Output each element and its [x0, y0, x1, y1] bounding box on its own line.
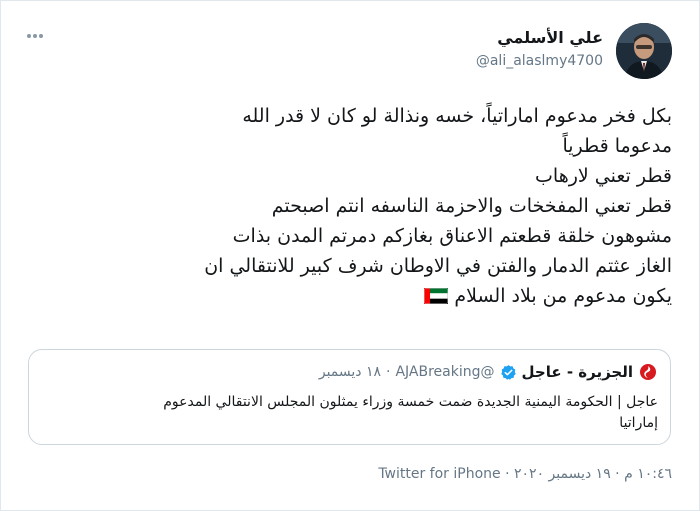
tweet-source-link[interactable]: Twitter for iPhone — [378, 466, 500, 482]
quoted-author-handle[interactable]: @AJABreaking — [395, 364, 494, 380]
tweet-text: بكل فخر مدعوم اماراتياً، خسه ونذالة لو ك… — [32, 101, 672, 311]
quoted-author-name[interactable]: الجزيرة - عاجل — [522, 363, 633, 381]
author-display-name[interactable]: علي الأسلمي — [497, 28, 603, 47]
tweet-line-last: يكون مدعوم من بلاد السلام — [32, 281, 672, 311]
footer-separator: · — [615, 466, 620, 482]
tweet-card: علي الأسلمي @ali_alaslmy4700 بكل فخر مدع… — [0, 0, 700, 511]
aljazeera-logo-icon — [638, 362, 658, 382]
tweet-footer: ١٠:٤٦ م · ١٩ ديسمبر ٢٠٢٠ · Twitter for i… — [378, 466, 672, 482]
tweet-line: بكل فخر مدعوم اماراتياً، خسه ونذالة لو ك… — [242, 105, 672, 127]
quoted-date[interactable]: ١٨ ديسمبر — [319, 364, 381, 380]
tweet-line: قطر تعني المفخخات والاحزمة الناسفه انتم … — [271, 195, 672, 217]
quoted-tweet[interactable]: الجزيرة - عاجل @AJABreaking · ١٨ ديسمبر … — [28, 349, 671, 445]
uae-flag-icon — [424, 288, 449, 304]
footer-separator: · — [505, 466, 510, 482]
quoted-tweet-header: الجزيرة - عاجل @AJABreaking · ١٨ ديسمبر — [319, 362, 658, 382]
author-username[interactable]: @ali_alaslmy4700 — [476, 53, 603, 69]
tweet-line: الغاز عثتم الدمار والفتن في الاوطان شرف … — [204, 255, 672, 277]
tweet-line: مشوهون خلقة قطعتم الاعناق بغازكم دمرتم ا… — [232, 225, 672, 247]
author-avatar[interactable] — [616, 23, 672, 79]
tweet-date[interactable]: ١٩ ديسمبر ٢٠٢٠ — [514, 466, 611, 482]
quoted-line: عاجل | الحكومة اليمنية الجديدة ضمت خمسة … — [163, 394, 658, 410]
tweet-time[interactable]: ١٠:٤٦ م — [624, 466, 672, 482]
tweet-line-text: يكون مدعوم من بلاد السلام — [454, 285, 672, 307]
tweet-line: مدعوما قطرياً — [562, 135, 672, 157]
verified-badge-icon — [500, 364, 517, 381]
quoted-tweet-text: عاجل | الحكومة اليمنية الجديدة ضمت خمسة … — [43, 392, 658, 434]
more-options-button[interactable] — [23, 29, 47, 43]
quoted-line: إماراتيا — [619, 415, 658, 431]
quoted-separator: · — [386, 364, 391, 380]
tweet-line: قطر تعني لارهاب — [535, 165, 672, 187]
more-dots-icon — [26, 33, 44, 39]
